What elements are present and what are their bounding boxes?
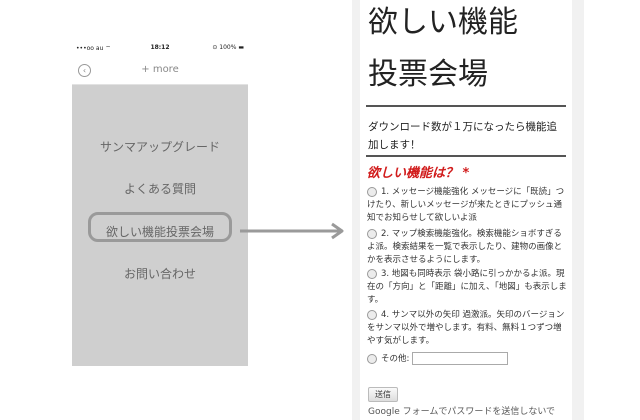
form-description: ダウンロード数が１万になったら機能追加します！	[368, 121, 557, 151]
other-label: その他:	[381, 354, 410, 364]
pointer-arrow-icon	[240, 222, 344, 240]
option-1[interactable]: 1. メッセージ機能強化 メッセージに「既読」つけたり、新しいメッセージが来たと…	[367, 186, 567, 225]
menu-item-upgrade[interactable]: サンマアップグレード	[72, 138, 248, 155]
phone-mockup: •••oo au ⌔ 18:12 ⊙ 100% ▬ ‹ + more サンマアッ…	[72, 40, 248, 366]
option-2[interactable]: 2. マップ検索機能強化。検索機能ショボすぎるよ派。検索結果を一覧で表示したり、…	[367, 228, 567, 267]
option-3[interactable]: 3. 地図も同時表示 袋小路に引っかかるよ派。現在の「方向」と「距離」に加え、「…	[367, 268, 567, 307]
option-4[interactable]: 4. サンマ以外の矢印 過激派。矢印のバージョンをサンマ以外で増やします。有料、…	[367, 309, 567, 348]
nav-bar: ‹ + more	[72, 56, 248, 85]
menu-item-faq[interactable]: よくある質問	[72, 180, 248, 197]
battery-indicator: ⊙ 100% ▬	[212, 44, 244, 51]
radio-button[interactable]	[367, 353, 377, 364]
form-title-line2: 投票会場	[368, 57, 488, 92]
menu-item-contact[interactable]: お問い合わせ	[72, 265, 248, 282]
radio-button[interactable]	[367, 186, 377, 197]
option-label: 1. メッセージ機能強化 メッセージに「既読」つけたり、新しいメッセージが来たと…	[367, 187, 565, 223]
other-text-input[interactable]	[412, 352, 509, 365]
status-bar: •••oo au ⌔ 18:12 ⊙ 100% ▬	[72, 40, 248, 56]
divider	[366, 105, 566, 107]
divider	[366, 155, 566, 157]
radio-button[interactable]	[367, 268, 377, 279]
option-label: 4. サンマ以外の矢印 過激派。矢印のバージョンをサンマ以外で増やします。有料、…	[367, 310, 565, 346]
form-title-line1: 欲しい機能	[368, 5, 518, 40]
nav-title: + more	[141, 64, 179, 75]
vote-form: 欲しい機能 投票会場 ダウンロード数が１万になったら機能追加します！ 欲しい機能…	[360, 0, 572, 420]
radio-button[interactable]	[367, 309, 377, 320]
question-title: 欲しい機能は？ *	[367, 166, 470, 181]
option-label: 3. 地図も同時表示 袋小路に引っかかるよ派。現在の「方向」と「距離」に加え、「…	[367, 269, 567, 305]
radio-button[interactable]	[367, 228, 377, 239]
option-other[interactable]: その他:	[367, 352, 567, 366]
option-label: 2. マップ検索機能強化。検索機能ショボすぎるよ派。検索結果を一覧で表示したり、…	[367, 229, 563, 265]
highlight-frame	[88, 212, 232, 242]
submit-button[interactable]: 送信	[368, 387, 398, 402]
password-warning: Google フォームでパスワードを送信しないで	[368, 407, 556, 417]
